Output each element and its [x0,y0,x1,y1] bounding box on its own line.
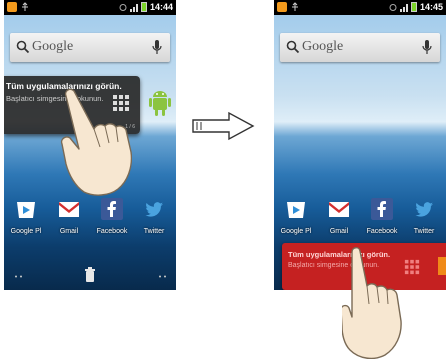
search-label: Google [32,39,74,54]
app-label: Facebook [366,228,398,235]
app-facebook[interactable]: Facebook [364,198,400,235]
bottom-bar [4,262,176,290]
app-facebook[interactable]: Facebook [94,198,130,235]
app-label: Google Pl [10,228,42,235]
android-robot-icon [149,91,171,116]
app-label: Twitter [413,228,435,235]
app-label: Gmail [329,228,349,235]
app-label: Google Pl [280,228,312,235]
play-store-icon [17,202,35,218]
microphone-icon[interactable] [152,39,162,55]
search-icon [16,40,30,54]
battery-icon [410,2,417,12]
notification-icon [7,2,17,12]
app-gmail[interactable]: Gmail [51,198,87,235]
app-twitter[interactable]: Twitter [406,198,442,235]
status-bar: 14:45 [274,0,446,15]
app-twitter[interactable]: Twitter [136,198,172,235]
app-label: Facebook [96,228,128,235]
notification-icon [277,2,287,12]
gmail-icon [329,202,349,217]
app-dock: Google Pl Gmail Facebook Twitter [274,198,446,242]
facebook-icon [371,198,393,220]
app-label: Twitter [143,228,165,235]
twitter-icon [145,202,163,217]
twitter-icon [415,202,433,217]
microphone-icon[interactable] [422,39,432,55]
signal-icon [129,3,138,12]
pointing-hand-icon [60,88,132,196]
search-icon [286,40,300,54]
android-edge-icon [438,257,446,275]
sync-icon [119,3,127,11]
google-search-widget[interactable]: Google [280,33,440,62]
app-google-play[interactable]: Google Pl [278,198,314,235]
page-dots-icon [159,275,166,278]
gmail-icon [59,202,79,217]
app-gmail[interactable]: Gmail [321,198,357,235]
clock: 14:44 [149,2,173,12]
facebook-icon [101,198,123,220]
usb-icon [292,2,298,11]
status-bar: 14:44 [4,0,176,15]
play-store-icon [287,202,305,218]
trash-icon[interactable] [84,267,96,283]
google-search-widget[interactable]: Google [10,33,170,62]
clock: 14:45 [419,2,443,12]
arrow-right-icon [192,111,255,141]
signal-icon [399,3,408,12]
app-label: Gmail [59,228,79,235]
usb-icon [22,2,28,11]
pointing-hand-icon [342,247,402,359]
app-google-play[interactable]: Google Pl [8,198,44,235]
app-dock: Google Pl Gmail Facebook Twitter [4,198,176,242]
page-dots-icon [15,275,22,278]
search-label: Google [302,39,344,54]
sync-icon [389,3,397,11]
battery-icon [140,2,147,12]
